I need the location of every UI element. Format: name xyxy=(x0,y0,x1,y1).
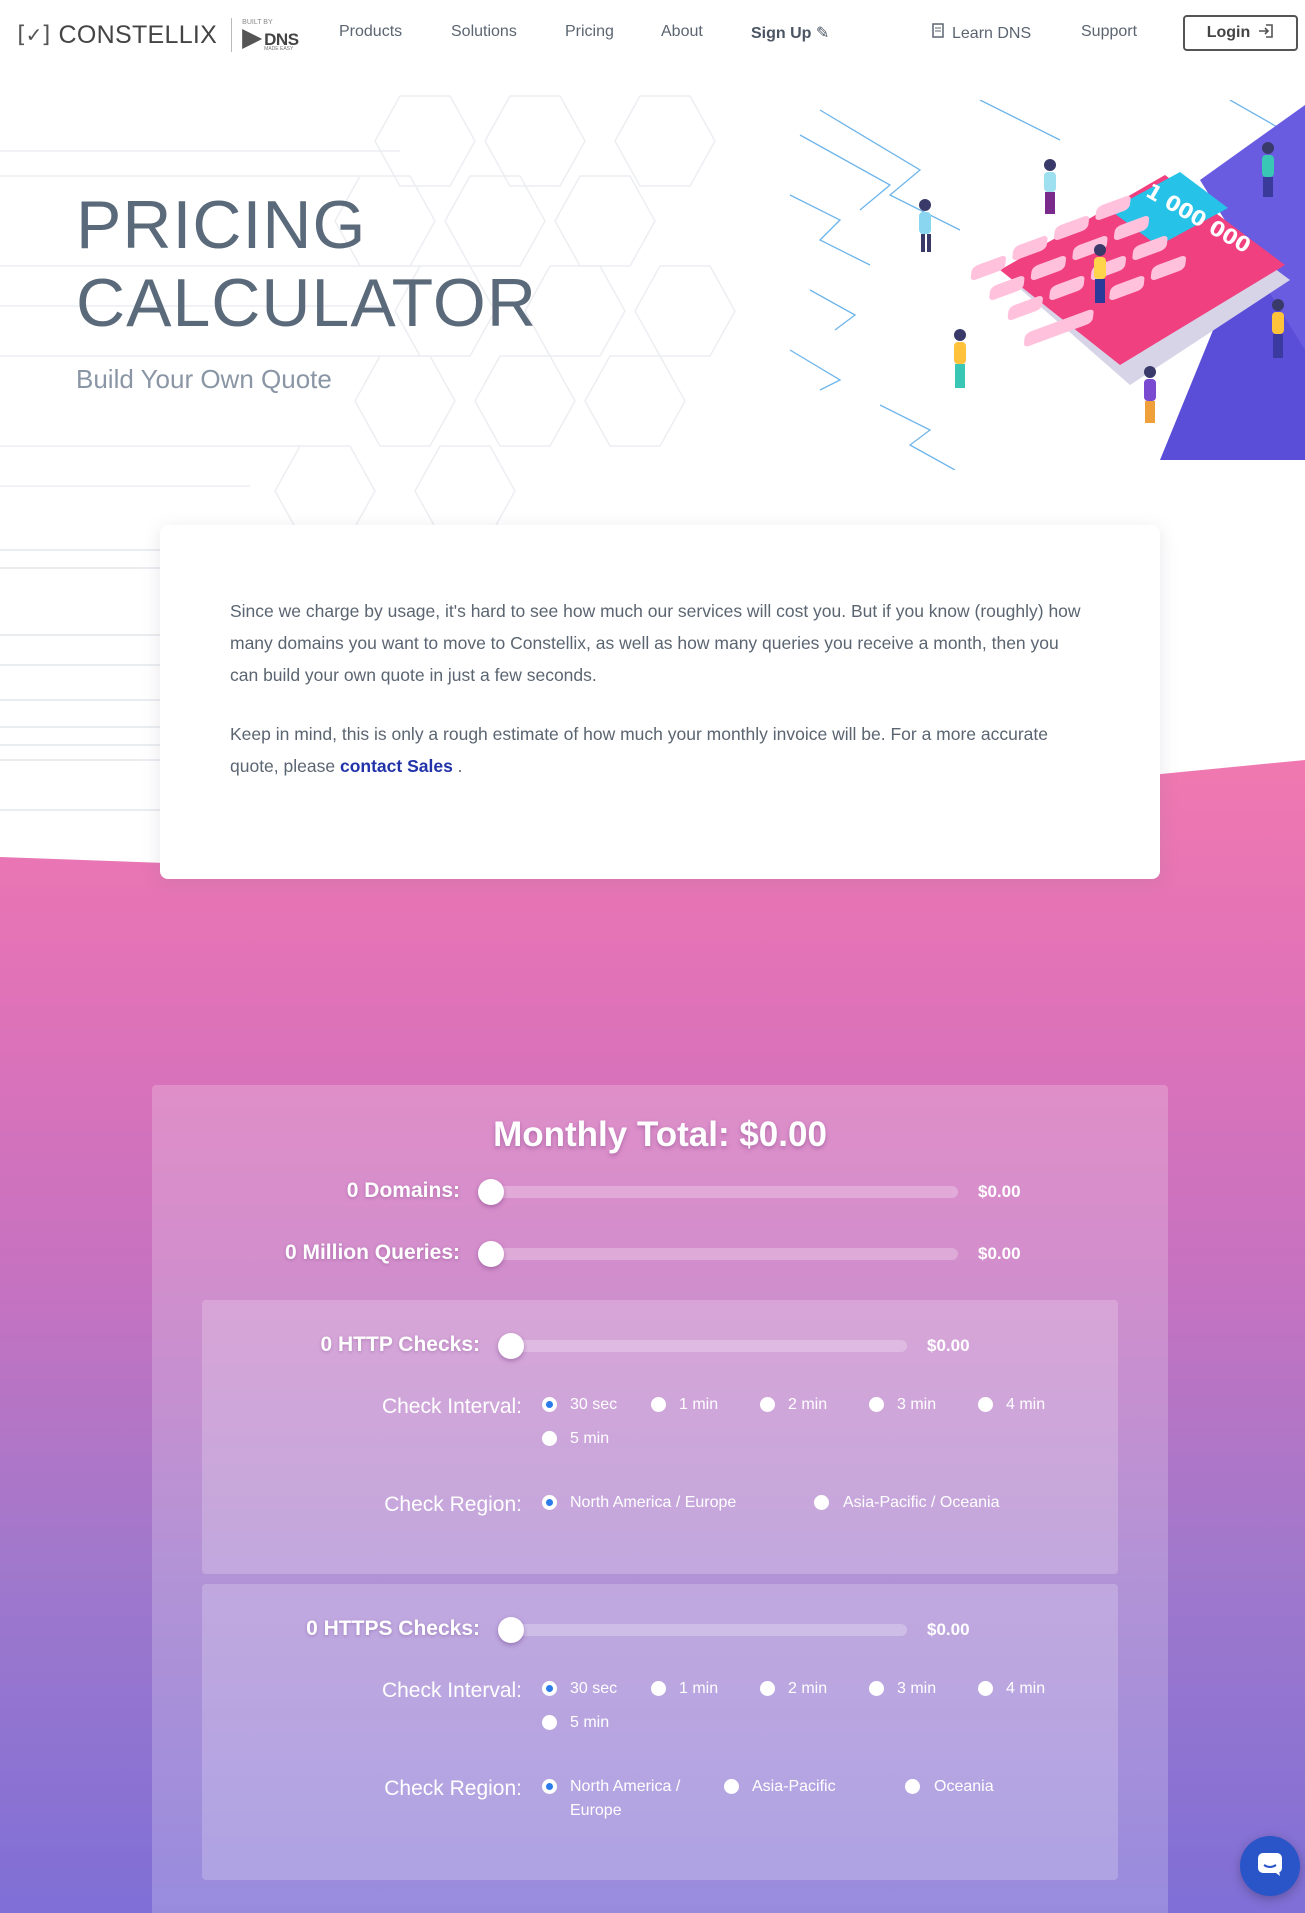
contact-sales-link[interactable]: contact Sales xyxy=(340,756,453,776)
queries-label: 0 Million Queries: xyxy=(284,1241,460,1264)
https-interval-30sec-label: 30 sec xyxy=(570,1680,618,1697)
http-interval-1min-label: 1 min xyxy=(679,1396,719,1413)
http-interval-1min-radio[interactable] xyxy=(651,1397,666,1412)
https-interval-1min-radio[interactable] xyxy=(651,1681,666,1696)
login-button[interactable]: Login xyxy=(1183,15,1298,51)
http-region-na-eu-label: North America / Europe xyxy=(570,1494,737,1511)
title-line-2: CALCULATOR xyxy=(76,265,537,341)
nav-solutions[interactable]: Solutions xyxy=(451,23,517,41)
domains-slider[interactable] xyxy=(480,1186,958,1198)
https-interval-30sec-radio[interactable] xyxy=(542,1681,557,1696)
intro-paragraph-1: Since we charge by usage, it's hard to s… xyxy=(230,601,1081,685)
built-by-dns-logo: BUILT BY DNS MADE EASY xyxy=(242,19,312,52)
https-region-na-eu-radio[interactable] xyxy=(542,1779,557,1794)
http-interval-label: Check Interval: xyxy=(381,1395,522,1418)
intro-card: Since we charge by usage, it's hard to s… xyxy=(160,525,1160,879)
http-checks-label: 0 HTTP Checks: xyxy=(320,1333,481,1356)
queries-price: $0.00 xyxy=(978,1244,1021,1263)
nav-learn-dns[interactable]: Learn DNS xyxy=(932,23,1031,43)
http-interval-4min-radio[interactable] xyxy=(978,1397,993,1412)
book-icon xyxy=(932,23,944,43)
http-interval-2min-radio[interactable] xyxy=(760,1397,775,1412)
https-region-oceania-label: Oceania xyxy=(934,1778,994,1795)
logo-divider xyxy=(231,18,233,52)
chat-icon xyxy=(1256,1851,1284,1882)
https-checks-slider[interactable] xyxy=(500,1624,907,1636)
https-region-apac-radio[interactable] xyxy=(724,1779,739,1794)
https-interval-4min-label: 4 min xyxy=(1006,1680,1046,1697)
page-subtitle: Build Your Own Quote xyxy=(76,364,332,394)
https-checks-slider-thumb[interactable] xyxy=(498,1617,524,1643)
http-checks-slider[interactable] xyxy=(500,1340,907,1352)
http-checks-price: $0.00 xyxy=(927,1336,970,1355)
domains-slider-thumb[interactable] xyxy=(478,1179,504,1205)
page-title: PRICING CALCULATOR xyxy=(76,186,537,342)
made-easy-label: MADE EASY xyxy=(264,46,294,52)
chat-widget-button[interactable] xyxy=(1240,1836,1300,1896)
built-by-label: BUILT BY xyxy=(242,19,273,26)
nav-signup[interactable]: Sign Up ✎ xyxy=(751,23,829,43)
top-navbar: [✓] CONSTELLIX BUILT BY DNS MADE EASY Pr… xyxy=(0,0,1305,66)
login-arrow-icon xyxy=(1258,23,1274,43)
http-interval-5min-label: 5 min xyxy=(570,1430,610,1447)
monthly-total: Monthly Total: $0.00 xyxy=(493,1115,827,1154)
https-interval-5min-radio[interactable] xyxy=(542,1715,557,1730)
logo-text: CONSTELLIX xyxy=(58,20,218,49)
pencil-icon: ✎ xyxy=(815,25,830,42)
title-line-1: PRICING xyxy=(76,187,367,263)
https-checks-price: $0.00 xyxy=(927,1620,970,1639)
intro-paragraph-2-end: . xyxy=(452,756,463,776)
http-region-apac-radio[interactable] xyxy=(814,1495,829,1510)
https-interval-2min-radio[interactable] xyxy=(760,1681,775,1696)
signup-label: Sign Up xyxy=(751,25,812,42)
login-label: Login xyxy=(1206,24,1251,41)
calculator-illustration: 1 000 000 xyxy=(789,100,1305,470)
http-checks-slider-thumb[interactable] xyxy=(498,1333,524,1359)
queries-slider[interactable] xyxy=(480,1248,958,1260)
https-region-label: Check Region: xyxy=(384,1777,522,1800)
http-region-label: Check Region: xyxy=(384,1493,522,1516)
http-interval-4min-label: 4 min xyxy=(1006,1396,1046,1413)
https-checks-label: 0 HTTPS Checks: xyxy=(306,1617,480,1640)
https-interval-5min-label: 5 min xyxy=(570,1714,610,1731)
domains-label: 0 Domains: xyxy=(346,1179,460,1202)
nav-pricing[interactable]: Pricing xyxy=(565,23,614,41)
http-interval-3min-label: 3 min xyxy=(897,1396,937,1413)
nav-about[interactable]: About xyxy=(661,23,703,41)
http-interval-30sec-label: 30 sec xyxy=(570,1396,618,1413)
https-region-oceania-radio[interactable] xyxy=(905,1779,920,1794)
https-interval-4min-radio[interactable] xyxy=(978,1681,993,1696)
learn-dns-label: Learn DNS xyxy=(952,25,1032,42)
http-interval-2min-label: 2 min xyxy=(788,1396,828,1413)
logo-check-icon: [✓] xyxy=(14,22,54,48)
queries-slider-thumb[interactable] xyxy=(478,1241,504,1267)
https-region-apac-label: Asia-Pacific xyxy=(752,1778,836,1795)
https-interval-1min-label: 1 min xyxy=(679,1680,719,1697)
http-interval-30sec-radio[interactable] xyxy=(542,1397,557,1412)
intro-paragraph-2: Keep in mind, this is only a rough estim… xyxy=(230,718,1090,782)
left-line-pattern xyxy=(0,549,160,811)
dns-logo-icon xyxy=(242,29,263,49)
constellix-logo[interactable]: [✓] CONSTELLIX BUILT BY DNS MADE EASY xyxy=(14,18,312,52)
https-interval-2min-label: 2 min xyxy=(788,1680,828,1697)
https-interval-3min-radio[interactable] xyxy=(869,1681,884,1696)
domains-price: $0.00 xyxy=(978,1182,1021,1201)
nav-support[interactable]: Support xyxy=(1081,23,1137,41)
http-interval-5min-radio[interactable] xyxy=(542,1431,557,1446)
https-region-na-eu-label: North America / Europe xyxy=(570,1778,681,1819)
http-region-apac-label: Asia-Pacific / Oceania xyxy=(843,1494,1000,1511)
http-interval-3min-radio[interactable] xyxy=(869,1397,884,1412)
https-interval-3min-label: 3 min xyxy=(897,1680,937,1697)
nav-products[interactable]: Products xyxy=(339,23,402,41)
https-interval-label: Check Interval: xyxy=(381,1679,522,1702)
http-region-na-eu-radio[interactable] xyxy=(542,1495,557,1510)
